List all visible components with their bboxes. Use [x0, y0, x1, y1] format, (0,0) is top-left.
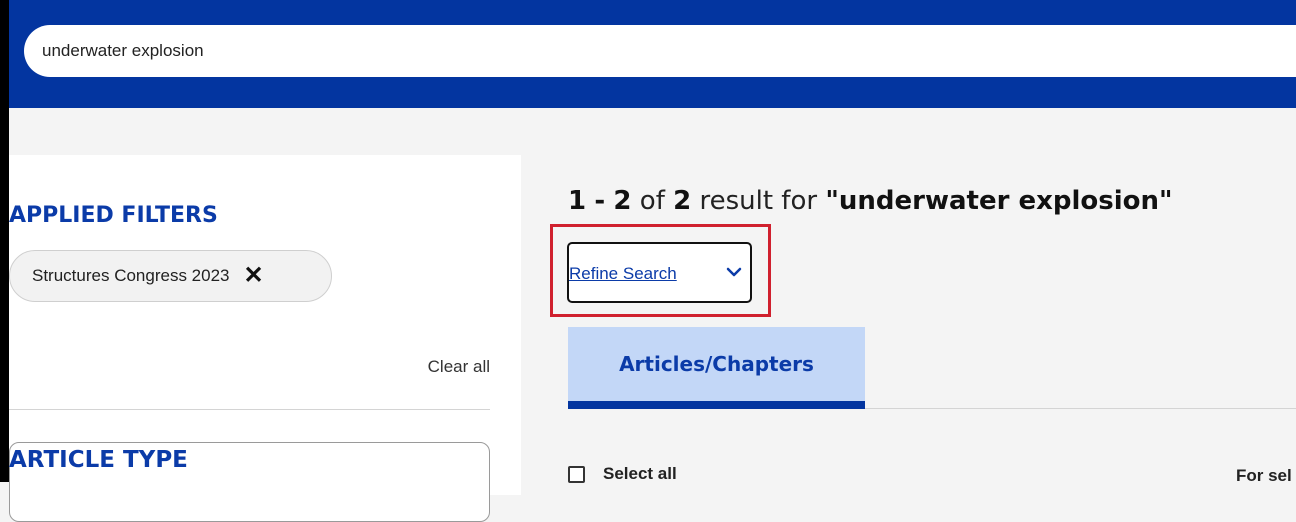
divider — [9, 409, 490, 410]
search-input[interactable] — [24, 25, 1296, 77]
range-end: 2 — [613, 186, 632, 216]
filter-chip-label: Structures Congress 2023 — [32, 266, 230, 285]
article-type-heading: ARTICLE TYPE — [9, 447, 188, 473]
select-all-label: Select all — [603, 464, 677, 483]
tabs-divider — [865, 408, 1296, 409]
site-header — [9, 0, 1296, 108]
window-frame — [0, 0, 9, 482]
select-all-checkbox[interactable]: Select all — [568, 464, 677, 484]
clear-all-link[interactable]: Clear all — [428, 357, 490, 377]
of-text: of — [639, 186, 665, 216]
close-icon[interactable]: ✕ — [244, 264, 264, 288]
range-separator: - — [594, 186, 606, 216]
result-for-text: result for — [699, 186, 818, 216]
for-selected-label: For sel — [1236, 466, 1292, 485]
refine-search-label: Refine Search — [569, 264, 677, 283]
filters-panel: APPLIED FILTERS Structures Congress 2023… — [9, 155, 521, 522]
tab-articles-chapters[interactable]: Articles/Chapters — [568, 327, 865, 409]
tab-label: Articles/Chapters — [619, 352, 814, 376]
range-start: 1 — [568, 186, 587, 216]
applied-filters-heading: APPLIED FILTERS — [9, 203, 218, 228]
results-summary: 1 - 2 of 2 result for "underwater explos… — [568, 186, 1173, 216]
refine-search-button[interactable]: Refine Search — [567, 242, 752, 303]
filter-chip[interactable]: Structures Congress 2023 ✕ — [9, 250, 332, 302]
chevron-down-icon — [726, 267, 742, 277]
active-tab-indicator — [568, 401, 865, 409]
search-query: "underwater explosion" — [825, 186, 1173, 216]
total-count: 2 — [673, 186, 692, 216]
checkbox[interactable] — [568, 465, 585, 483]
